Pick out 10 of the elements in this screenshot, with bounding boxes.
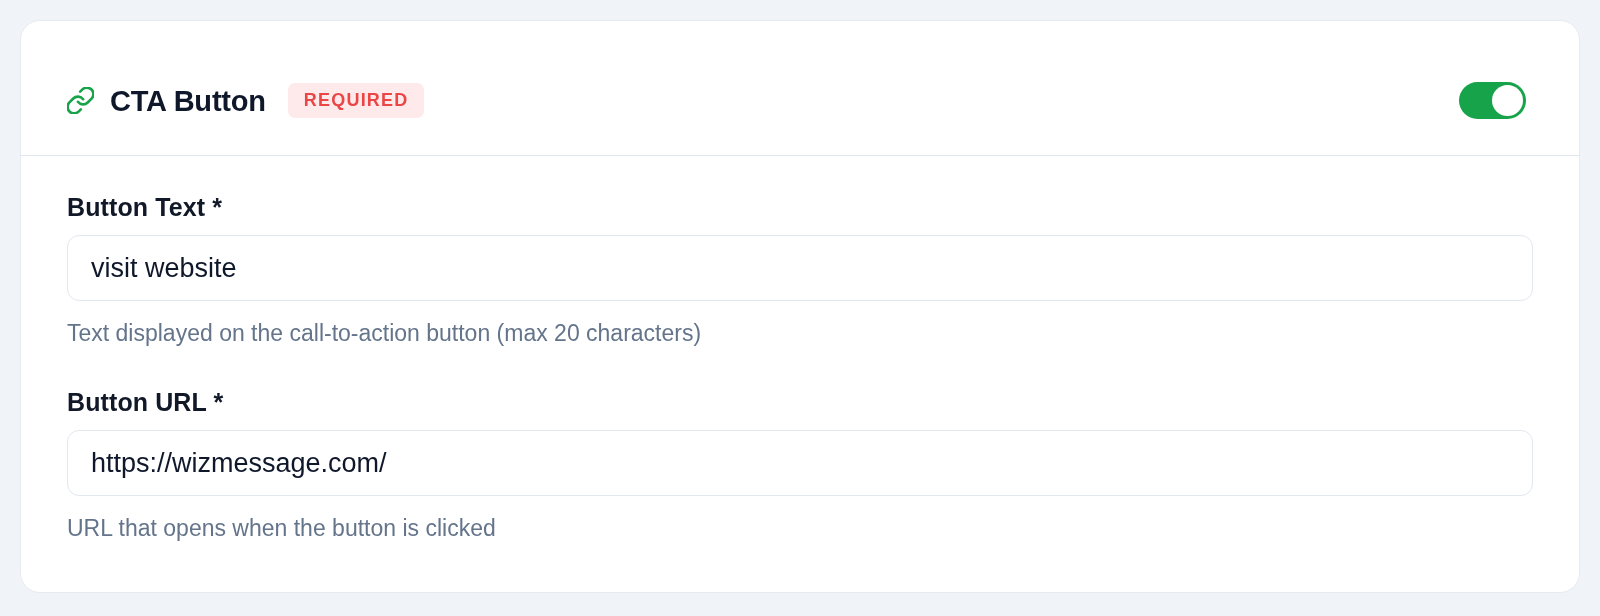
input-field[interactable]: visit website xyxy=(67,235,1533,301)
help-text: Text displayed on the call-to-action button (max 20 characters) xyxy=(67,319,703,347)
help-text: URL that opens when the button is clicked xyxy=(67,514,497,542)
card-title: CTA Button xyxy=(110,83,266,119)
link-icon xyxy=(67,87,94,114)
field-label: Button URL * xyxy=(67,387,225,417)
input-field[interactable]: https://wizmessage.com/ xyxy=(67,430,1533,496)
toggle-switch[interactable] xyxy=(1459,82,1526,119)
field-label: Button Text * xyxy=(67,192,223,222)
required-badge: REQUIRED xyxy=(287,83,425,118)
